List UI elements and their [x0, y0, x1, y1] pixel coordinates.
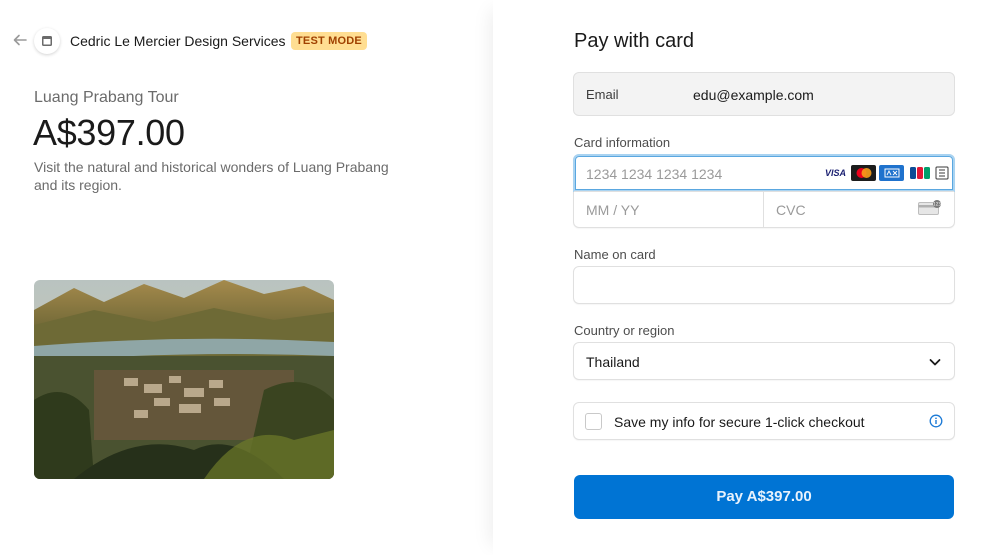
card-number-input[interactable]: 1234 1234 1234 1234 VISA	[573, 154, 955, 192]
form-title: Pay with card	[574, 30, 695, 52]
info-icon[interactable]	[929, 414, 943, 433]
name-on-card-label: Name on card	[574, 247, 656, 262]
expiry-input[interactable]: MM / YY	[574, 192, 764, 228]
save-info-checkbox[interactable]	[585, 413, 602, 430]
pay-button[interactable]: Pay A$397.00	[574, 475, 954, 519]
product-summary-pane: Cedric Le Mercier Design Services TEST M…	[0, 0, 493, 555]
product-price: A$397.00	[33, 112, 185, 153]
country-label: Country or region	[574, 323, 675, 338]
country-select[interactable]: Thailand	[573, 342, 955, 380]
back-arrow-icon[interactable]	[12, 32, 28, 48]
email-field[interactable]: Email edu@example.com	[573, 72, 955, 116]
cvc-card-icon: 123	[918, 200, 942, 221]
save-info-label: Save my info for secure 1-click checkout	[614, 414, 865, 430]
email-value: edu@example.com	[693, 87, 814, 103]
card-information-label: Card information	[574, 135, 671, 150]
product-name: Luang Prabang Tour	[34, 89, 179, 106]
card-brands: VISA	[823, 165, 949, 181]
payment-form-pane: Pay with card Email edu@example.com Card…	[493, 0, 989, 555]
svg-text:123: 123	[933, 202, 941, 207]
product-description: Visit the natural and historical wonders…	[34, 159, 389, 193]
store-icon	[34, 28, 60, 54]
merchant-name: Cedric Le Mercier Design Services	[70, 33, 286, 49]
cvc-input[interactable]: CVC 123	[764, 192, 954, 228]
email-label: Email	[586, 87, 619, 102]
jcb-icon	[907, 165, 932, 181]
amex-icon	[879, 165, 904, 181]
card-information-group: 1234 1234 1234 1234 VISA MM / YY CVC 123	[573, 154, 955, 228]
test-mode-badge: TEST MODE	[291, 32, 367, 50]
expiry-placeholder: MM / YY	[586, 202, 640, 218]
card-number-placeholder: 1234 1234 1234 1234	[586, 166, 723, 182]
chevron-down-icon	[928, 355, 942, 374]
save-info-option[interactable]: Save my info for secure 1-click checkout	[573, 402, 955, 440]
visa-icon: VISA	[823, 165, 848, 181]
unionpay-icon	[935, 165, 949, 181]
mastercard-icon	[851, 165, 876, 181]
country-value: Thailand	[586, 354, 640, 370]
cvc-placeholder: CVC	[776, 202, 806, 218]
product-image	[34, 280, 334, 479]
name-on-card-input[interactable]	[573, 266, 955, 304]
